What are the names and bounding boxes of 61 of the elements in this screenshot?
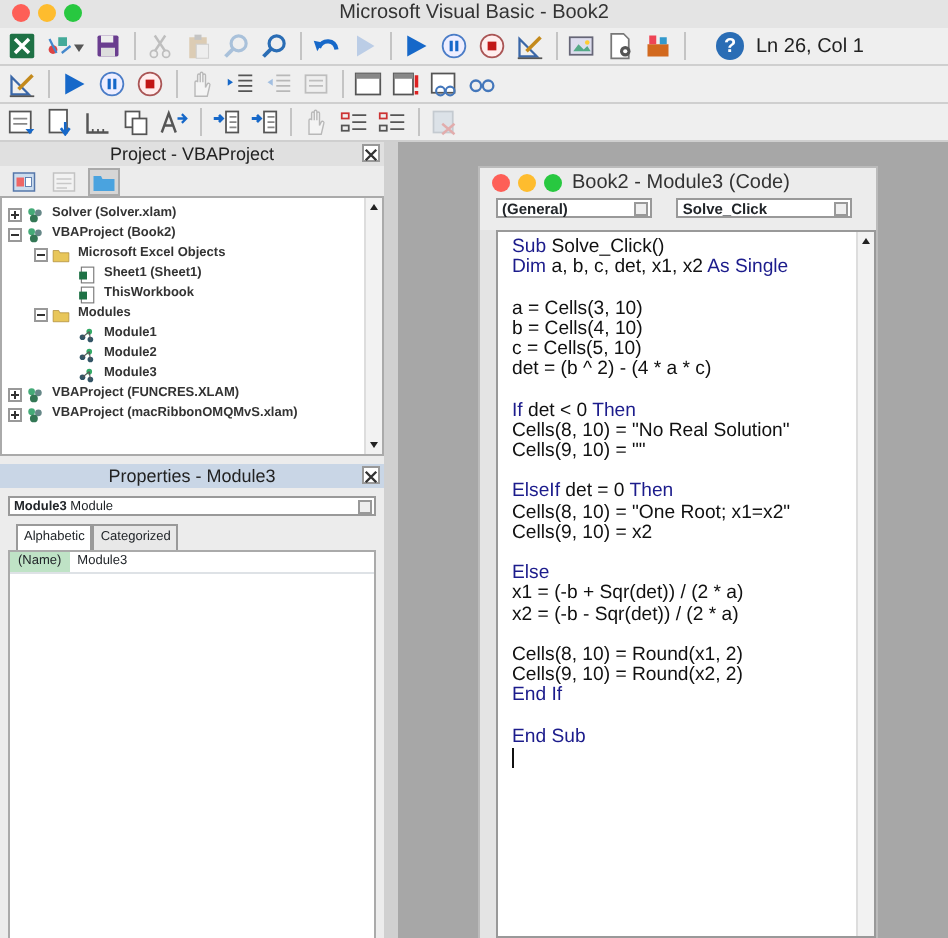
project-icon xyxy=(26,405,44,423)
window-title: Microsoft Visual Basic - Book2 xyxy=(339,0,609,28)
code-line: Sub Solve_Click() xyxy=(512,238,667,258)
code-line: ElseIf det = 0 Then xyxy=(512,482,676,504)
module-icon xyxy=(78,345,96,363)
cursor-position: Ln 26, Col 1 xyxy=(756,33,864,61)
code-line: x2 = (-b - Sqr(det)) / (2 * a) xyxy=(512,605,741,626)
scrollbar[interactable] xyxy=(364,198,382,454)
window-alert-icon[interactable] xyxy=(388,67,422,101)
code-line: Cells(9, 10) = "" xyxy=(512,442,648,463)
spreadsheet-icon[interactable] xyxy=(4,29,38,63)
code-line: End Sub xyxy=(512,727,588,748)
close-button[interactable] xyxy=(362,466,380,484)
bookmark-icon[interactable] xyxy=(208,105,242,139)
project-icon xyxy=(26,205,44,223)
watch-window-icon[interactable] xyxy=(426,67,460,101)
code-line: Else xyxy=(512,564,552,585)
pause-icon[interactable] xyxy=(436,29,470,63)
module-icon xyxy=(78,325,96,343)
project-icon xyxy=(26,225,44,243)
list-window-icon[interactable] xyxy=(4,105,38,139)
sheet-icon xyxy=(78,265,96,283)
project-icon xyxy=(26,385,44,403)
window-icon[interactable] xyxy=(350,67,384,101)
code-line: Cells(8, 10) = "One Root; x1=x2" xyxy=(512,503,793,524)
pause-icon[interactable] xyxy=(94,67,128,101)
folder-icon xyxy=(52,305,70,323)
close-button[interactable] xyxy=(362,144,380,162)
code-line: End If xyxy=(512,686,565,708)
help-button[interactable]: ? xyxy=(716,32,744,60)
code-line: det = (b ^ 2) - (4 * a * c) xyxy=(512,360,714,381)
code-line: c = Cells(5, 10) xyxy=(512,340,644,360)
panel-title: Properties - Module3 xyxy=(108,466,276,486)
sheet-icon xyxy=(78,285,96,303)
code-line: Dim a, b, c, det, x1, x2 As Single xyxy=(512,258,791,279)
expand-toggle[interactable] xyxy=(8,207,22,221)
window-title: Book2 - Module3 (Code) xyxy=(572,169,790,197)
panel-title: Project - VBAProject xyxy=(109,144,275,164)
code-line: x1 = (-b + Sqr(det)) / (2 * a) xyxy=(512,584,746,606)
code-line: Cells(9, 10) = Round(x2, 2) xyxy=(512,666,745,687)
collapse-toggle[interactable] xyxy=(8,227,22,241)
stop-icon[interactable] xyxy=(132,67,166,101)
text-cursor xyxy=(512,747,514,768)
expand-toggle[interactable] xyxy=(8,407,22,421)
code-line: Cells(8, 10) = "No Real Solution" xyxy=(512,421,792,442)
code-line: b = Cells(4, 10) xyxy=(512,319,645,340)
view-object-icon[interactable] xyxy=(8,167,40,195)
collapse-toggle[interactable] xyxy=(34,247,48,261)
code-line: Cells(9, 10) = x2 xyxy=(512,523,655,544)
bookmark-icon[interactable] xyxy=(246,105,280,139)
collapse-toggle[interactable] xyxy=(34,307,48,321)
stop-icon[interactable] xyxy=(474,29,508,63)
module-icon xyxy=(78,365,96,383)
expand-toggle[interactable] xyxy=(8,387,22,401)
folder-toggle-icon[interactable] xyxy=(88,167,120,195)
code-line: Cells(8, 10) = Round(x1, 2) xyxy=(512,645,745,666)
scrollbar[interactable] xyxy=(856,232,874,936)
replace-icon[interactable] xyxy=(156,105,190,139)
code-line: If det < 0 Then xyxy=(512,401,638,422)
code-line: a = Cells(3, 10) xyxy=(512,299,645,320)
folder-icon xyxy=(52,245,70,263)
